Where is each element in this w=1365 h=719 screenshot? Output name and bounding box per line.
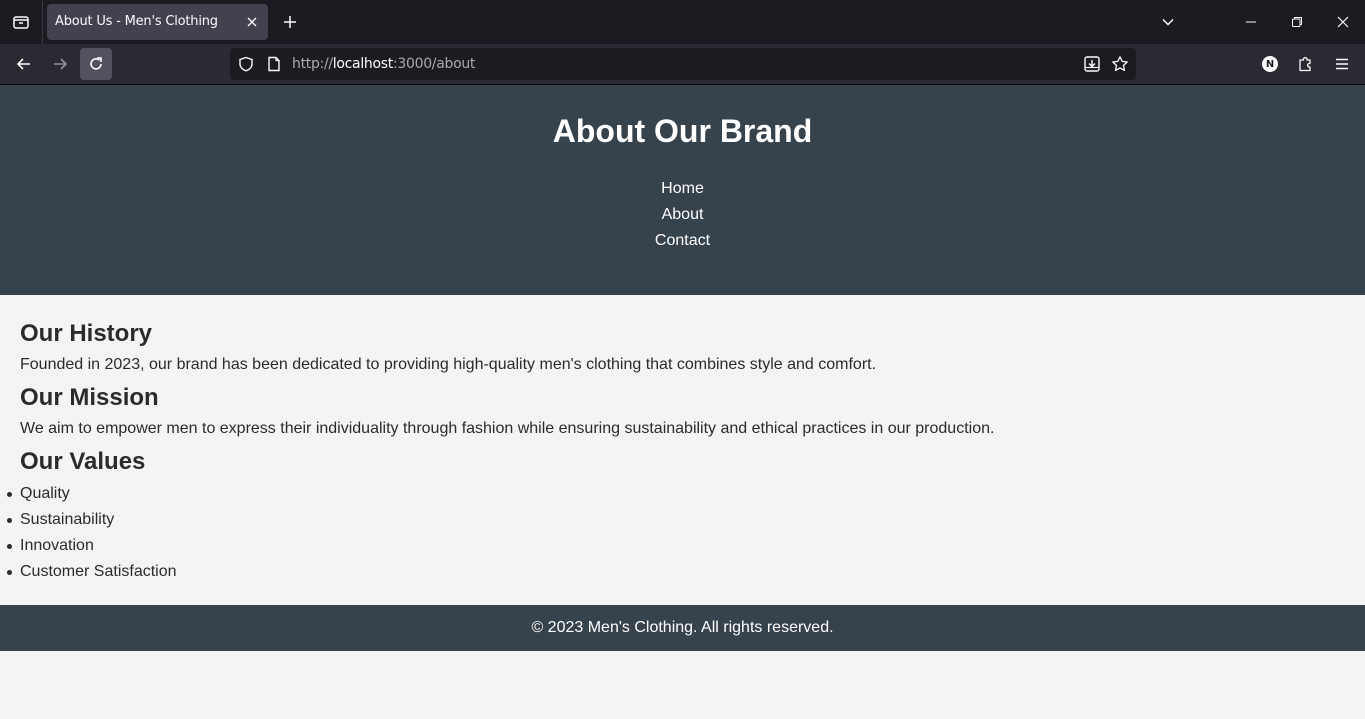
mission-text: We aim to empower men to express their i… bbox=[20, 420, 995, 437]
firefox-view-button[interactable] bbox=[0, 0, 42, 44]
nav-item-about: About bbox=[0, 203, 1365, 229]
back-button[interactable] bbox=[8, 48, 40, 80]
nav-item-contact: Contact bbox=[0, 229, 1365, 255]
arrow-right-icon bbox=[54, 58, 68, 70]
app-menu-button[interactable] bbox=[1328, 50, 1356, 78]
url-bar[interactable]: http://localhost:3000/about bbox=[230, 48, 1136, 80]
page-icon[interactable] bbox=[264, 54, 284, 74]
values-heading: Our Values bbox=[20, 448, 146, 475]
list-item: Innovation bbox=[7, 535, 177, 561]
reload-icon bbox=[90, 57, 102, 70]
site-footer: © 2023 Men's Clothing. All rights reserv… bbox=[0, 605, 1365, 651]
minimize-button[interactable] bbox=[1228, 0, 1274, 44]
url-text[interactable]: http://localhost:3000/about bbox=[292, 48, 475, 80]
web-page: About Our Brand Home About Contact Our H… bbox=[0, 85, 1365, 719]
nav-item-home: Home bbox=[0, 177, 1365, 203]
chevron-down-icon bbox=[1162, 18, 1174, 26]
mission-heading: Our Mission bbox=[20, 384, 159, 411]
new-tab-button[interactable] bbox=[276, 8, 304, 36]
list-item: Sustainability bbox=[7, 509, 177, 535]
history-heading: Our History bbox=[20, 320, 153, 347]
close-icon bbox=[1337, 16, 1349, 28]
site-navigation: Home About Contact bbox=[0, 177, 1365, 255]
nav-link-home[interactable]: Home bbox=[661, 180, 704, 197]
bookmark-star-icon[interactable] bbox=[1110, 54, 1130, 74]
site-header: About Our Brand Home About Contact bbox=[0, 85, 1365, 295]
account-button[interactable]: N bbox=[1256, 50, 1284, 78]
close-window-button[interactable] bbox=[1320, 0, 1365, 44]
values-list: Quality Sustainability Innovation Custom… bbox=[7, 483, 177, 587]
nav-link-about[interactable]: About bbox=[662, 206, 704, 223]
reload-button[interactable] bbox=[80, 48, 112, 80]
nav-link-contact[interactable]: Contact bbox=[655, 232, 710, 249]
hamburger-menu-icon bbox=[1336, 58, 1348, 70]
forward-button[interactable] bbox=[44, 48, 76, 80]
save-to-pocket-icon[interactable] bbox=[1082, 54, 1102, 74]
plus-icon bbox=[284, 16, 296, 28]
active-tab[interactable]: About Us - Men's Clothing bbox=[47, 4, 268, 40]
url-host: localhost bbox=[332, 56, 393, 72]
browser-navigation-bar: http://localhost:3000/about N bbox=[0, 44, 1365, 85]
restore-icon bbox=[1292, 17, 1302, 27]
restore-button[interactable] bbox=[1274, 0, 1320, 44]
avatar: N bbox=[1262, 56, 1278, 72]
list-item: Customer Satisfaction bbox=[7, 561, 177, 587]
browser-tab-bar: About Us - Men's Clothing bbox=[0, 0, 1365, 44]
history-text: Founded in 2023, our brand has been dedi… bbox=[20, 356, 877, 373]
tab-title: About Us - Men's Clothing bbox=[55, 14, 218, 29]
shield-icon[interactable] bbox=[236, 54, 256, 74]
puzzle-icon bbox=[1299, 57, 1311, 72]
url-prefix: http:// bbox=[292, 56, 333, 72]
tab-separator bbox=[42, 0, 43, 44]
minimize-icon bbox=[1246, 21, 1256, 23]
close-icon bbox=[247, 17, 257, 27]
footer-copyright: © 2023 Men's Clothing. All rights reserv… bbox=[531, 619, 834, 636]
url-path: :3000/about bbox=[392, 56, 476, 72]
list-item: Quality bbox=[7, 483, 177, 509]
page-title: About Our Brand bbox=[552, 113, 813, 149]
tab-close-button[interactable] bbox=[242, 12, 262, 32]
extensions-button[interactable] bbox=[1292, 50, 1320, 78]
arrow-left-icon bbox=[16, 58, 30, 70]
firefox-view-icon bbox=[13, 16, 29, 29]
list-all-tabs-button[interactable] bbox=[1154, 8, 1182, 36]
